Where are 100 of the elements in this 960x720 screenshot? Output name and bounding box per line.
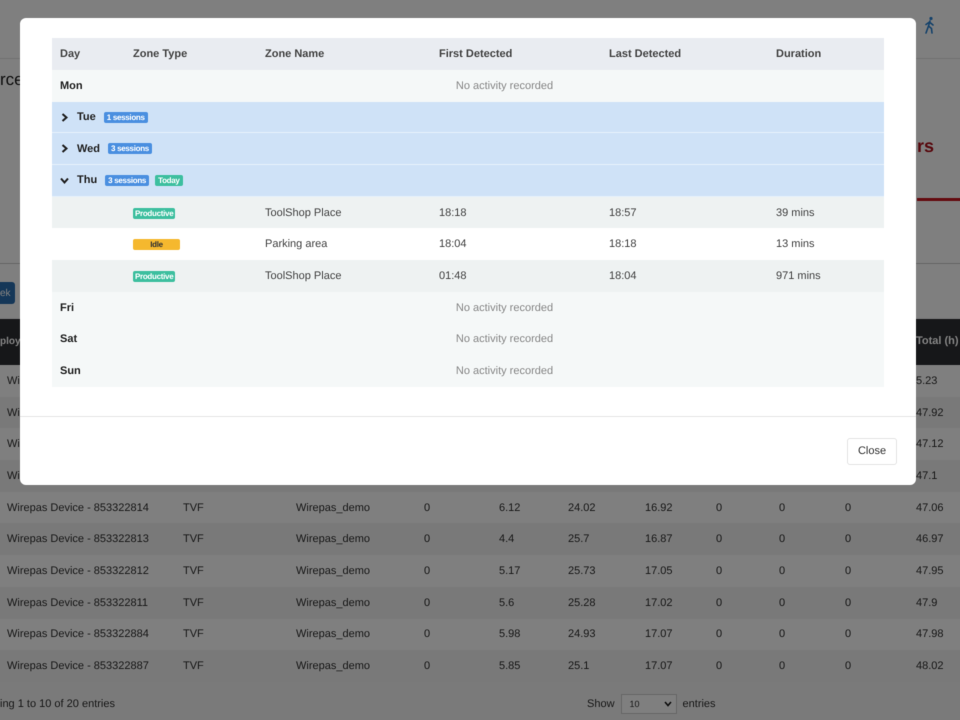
column-header: Last Detected (608, 48, 682, 60)
table-cell: 47.98 (916, 628, 944, 640)
show-label: Show (587, 698, 615, 710)
column-header: Day (59, 48, 82, 60)
table-cell: 17.05 (645, 564, 673, 577)
table-cell: TVF (183, 533, 204, 546)
table-cell: TVF (183, 502, 204, 514)
day-row[interactable]: Wed 3 sessions (52, 133, 884, 166)
day-label: Sun (59, 365, 82, 378)
day-label: Tue (77, 111, 96, 124)
day-row[interactable]: Thu 3 sessions Today (52, 165, 884, 197)
table-cell: 0 (845, 628, 852, 640)
table-cell: 0 (424, 502, 430, 514)
table-cell: Wirepas_demo (296, 660, 370, 672)
table-cell-text: Parking area (264, 238, 328, 250)
table-cell: TVF (183, 660, 204, 672)
table-cell: 16.87 (645, 533, 673, 546)
table-cell: 0 (716, 502, 722, 514)
table-cell: 0 (716, 660, 722, 672)
chevron-icon (60, 144, 69, 154)
table-cell-text: 18:18 (608, 238, 638, 250)
table-cell: 47.9 (916, 596, 938, 609)
table-cell: 25.28 (568, 596, 596, 609)
table-cell: 5.6 (499, 596, 514, 609)
table-cell-text: 13 mins (775, 238, 816, 250)
day-row[interactable]: Tue 1 sessions (52, 102, 884, 134)
table-cell: 0 (424, 660, 430, 672)
entries-label: entries (682, 698, 716, 710)
table-cell: 47.95 (916, 564, 944, 577)
caret-icon (664, 701, 672, 708)
table-cell: 0 (845, 502, 852, 514)
entries-info: ing 1 to 10 of 20 entries (0, 698, 116, 710)
table-cell: 0 (845, 533, 852, 546)
column-header: Zone Name (264, 48, 326, 60)
table-cell: 5.23 (916, 374, 938, 387)
table-cell: TVF (183, 596, 204, 609)
page-size-select[interactable]: 10 (620, 694, 677, 714)
table-cell-text: 18:04 (438, 238, 468, 250)
table-cell: TVF (183, 628, 204, 640)
table-cell: 5.85 (499, 660, 520, 672)
day-label: Fri (59, 302, 76, 314)
table-cell: 0 (779, 660, 786, 672)
table-cell-text: Wi (6, 438, 20, 450)
table-cell: 0 (716, 564, 722, 577)
table-cell: 25.1 (568, 660, 590, 672)
zone-type-tag: Productive (133, 208, 176, 219)
day-label: Sat (59, 333, 78, 346)
table-cell: 24.93 (568, 628, 596, 640)
table-cell-text: 18:57 (608, 206, 638, 219)
table-cell: 5.98 (499, 628, 520, 640)
table-cell-text: Wirepas Device - 853322814 (6, 502, 149, 514)
table-cell-text: Wirepas Device - 853322812 (6, 564, 149, 577)
table-cell: TVF (183, 564, 204, 577)
table-cell-text: ToolShop Place (264, 270, 342, 282)
empty-note: No activity recorded (454, 365, 554, 378)
table-cell: 47.92 (916, 406, 944, 419)
table-cell-text: Wirepas Device - 853322887 (6, 660, 149, 672)
chevron-icon (60, 112, 69, 122)
table-cell: 25.7 (568, 533, 590, 546)
table-cell-text: Wirepas Device - 853322811 (6, 596, 148, 609)
session-badge: 1 sessions (104, 112, 148, 123)
column-header: ploy (0, 335, 21, 349)
zone-type-tag: Productive (133, 270, 176, 282)
close-button[interactable]: Close (847, 438, 897, 464)
column-header: Duration (775, 48, 822, 60)
table-cell: 0 (779, 596, 786, 609)
table-cell: 16.92 (645, 502, 673, 514)
column-header: Total (h) (916, 334, 959, 350)
table-cell-text: 18:04 (608, 270, 638, 282)
table-cell: 48.02 (916, 660, 944, 672)
table-cell: 0 (424, 533, 430, 546)
table-cell: 0 (779, 502, 786, 514)
table-cell: 0 (845, 660, 852, 672)
empty-note: No activity recorded (454, 333, 554, 346)
table-cell-text: ToolShop Place (264, 206, 342, 219)
table-cell: Wirepas_demo (296, 596, 370, 609)
table-cell: 0 (716, 628, 722, 640)
table-cell-text: Wi (6, 470, 20, 482)
session-badge: 3 sessions (108, 143, 152, 154)
table-cell-text: Wi (6, 406, 20, 419)
table-cell: Wirepas_demo (296, 533, 370, 546)
column-header: Zone Type (132, 48, 188, 60)
day-label: Wed (77, 142, 100, 155)
table-cell-text: 01:48 (438, 270, 468, 282)
table-cell: 47.1 (916, 470, 938, 482)
empty-note: No activity recorded (454, 302, 554, 314)
session-badge: Today (155, 174, 183, 186)
table-cell: 0 (424, 628, 430, 640)
table-cell: 0 (779, 628, 786, 640)
table-cell: 0 (845, 564, 852, 577)
session-badge: 3 sessions (105, 174, 150, 186)
table-cell: 0 (424, 564, 430, 577)
empty-note: No activity recorded (454, 80, 554, 92)
table-cell: 24.02 (568, 502, 596, 514)
table-cell-text: Wi (6, 374, 20, 387)
chevron-icon (60, 176, 69, 185)
table-cell-text: 39 mins (775, 206, 816, 219)
table-cell: 17.02 (645, 596, 673, 609)
section-heading: rs (917, 136, 936, 158)
day-label: Mon (59, 80, 84, 92)
